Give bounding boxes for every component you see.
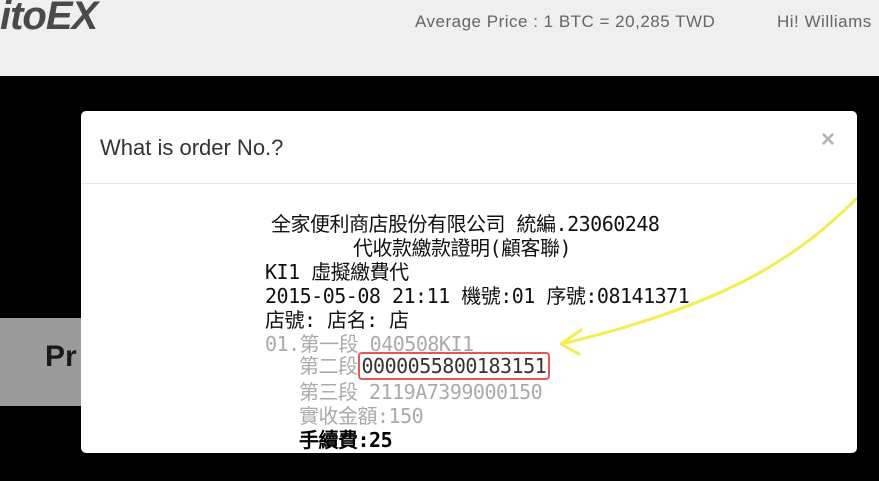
top-nav-bar: itoEX Average Price : 1 BTC = 20,285 TWD… xyxy=(0,0,879,76)
modal-header: What is order No.? × xyxy=(81,111,857,184)
modal-title: What is order No.? xyxy=(100,135,284,160)
logo[interactable]: itoEX xyxy=(0,0,98,39)
receipt-image: 全家便利商店股份有限公司 統編.23060248 代收款繳款證明(顧客聯) KI… xyxy=(81,184,857,453)
user-greeting[interactable]: Hi! Williams xyxy=(777,12,872,32)
pointer-arrow-icon xyxy=(559,196,857,356)
order-number-help-modal: What is order No.? × 全家便利商店股份有限公司 統編.230… xyxy=(81,111,857,453)
background-panel-text: Pr xyxy=(45,340,77,373)
close-icon[interactable]: × xyxy=(821,128,835,152)
average-price-ticker: Average Price : 1 BTC = 20,285 TWD xyxy=(415,12,716,31)
